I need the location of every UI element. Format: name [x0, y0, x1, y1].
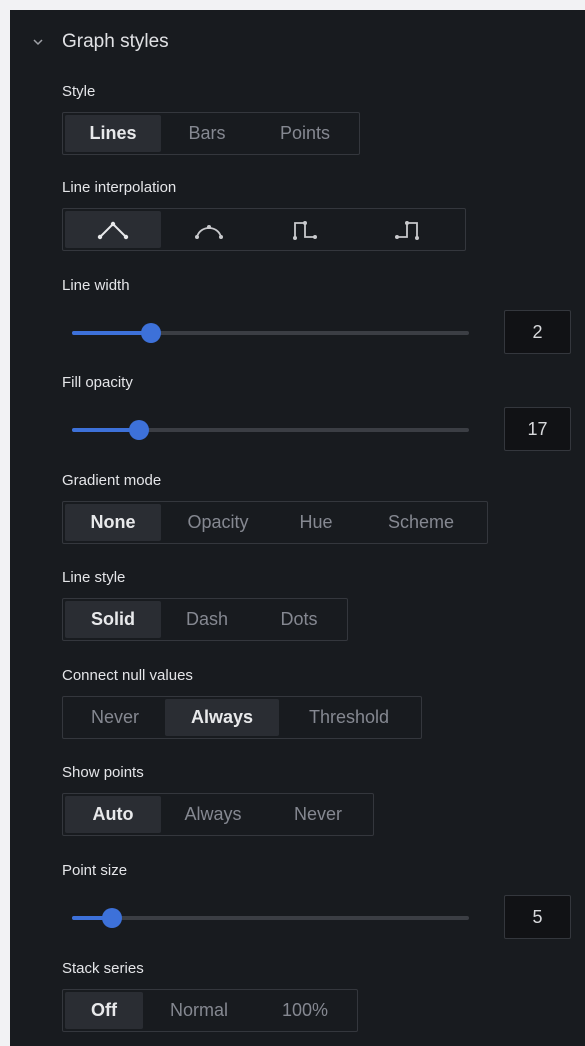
gradient-option-scheme[interactable]: Scheme	[357, 504, 485, 541]
linear-interpolation-icon	[97, 221, 129, 239]
line-style-option-dots[interactable]: Dots	[253, 601, 345, 638]
point-size-slider-row: 5	[62, 881, 582, 941]
style-option-points[interactable]: Points	[253, 115, 357, 152]
gradient-mode-field: Gradient mode None Opacity Hue Scheme	[62, 471, 488, 544]
stack-series-option-normal[interactable]: Normal	[143, 992, 255, 1029]
gradient-option-hue[interactable]: Hue	[275, 504, 357, 541]
gradient-mode-label: Gradient mode	[62, 472, 162, 489]
point-size-label: Point size	[62, 862, 128, 879]
smooth-interpolation-icon	[195, 224, 223, 239]
fill-opacity-input[interactable]: 17	[504, 407, 571, 451]
point-size-slider-thumb[interactable]	[101, 908, 122, 928]
style-field: Style Lines Bars Points	[62, 82, 360, 155]
line-width-field: Line width 2	[62, 276, 582, 356]
line-style-field: Line style Solid Dash Dots	[62, 568, 348, 641]
point-size-slider-track[interactable]	[72, 908, 469, 928]
line-interpolation-radio-group	[62, 208, 466, 251]
show-points-radio-group: Auto Always Never	[62, 793, 374, 836]
show-points-option-never[interactable]: Never	[265, 796, 371, 833]
point-size-input[interactable]: 5	[504, 895, 571, 939]
line-width-slider-fill	[72, 331, 152, 335]
fill-opacity-slider-track[interactable]	[72, 420, 469, 440]
point-size-field: Point size 5	[62, 861, 582, 941]
connect-null-values-field: Connect null values Never Always Thresho…	[62, 666, 422, 739]
line-width-slider-thumb[interactable]	[141, 323, 162, 343]
show-points-option-auto[interactable]: Auto	[65, 796, 161, 833]
step-before-icon	[293, 220, 317, 240]
fill-opacity-slider-row: 17	[62, 393, 582, 453]
line-interpolation-field: Line interpolation	[62, 178, 466, 251]
chevron-down-icon[interactable]	[32, 36, 44, 48]
interpolation-linear-option[interactable]	[65, 211, 161, 248]
connect-null-values-radio-group: Never Always Threshold	[62, 696, 422, 739]
stack-series-option-off[interactable]: Off	[65, 992, 143, 1029]
style-radio-group: Lines Bars Points	[62, 112, 360, 155]
section-header[interactable]: Graph styles	[10, 24, 585, 60]
show-points-label: Show points	[62, 764, 144, 781]
fill-opacity-field: Fill opacity 17	[62, 373, 582, 453]
fill-opacity-slider-thumb[interactable]	[129, 420, 150, 440]
interpolation-step-before-option[interactable]	[257, 211, 353, 248]
show-points-field: Show points Auto Always Never	[62, 763, 374, 836]
style-label: Style	[62, 83, 96, 100]
line-interpolation-label: Line interpolation	[62, 179, 177, 196]
gradient-mode-radio-group: None Opacity Hue Scheme	[62, 501, 488, 544]
stack-series-label: Stack series	[62, 960, 144, 977]
gradient-option-opacity[interactable]: Opacity	[161, 504, 275, 541]
stack-series-radio-group: Off Normal 100%	[62, 989, 358, 1032]
stack-series-field: Stack series Off Normal 100%	[62, 959, 358, 1032]
style-option-bars[interactable]: Bars	[161, 115, 253, 152]
stack-series-option-100[interactable]: 100%	[255, 992, 355, 1029]
line-width-label: Line width	[62, 277, 130, 294]
connect-nulls-option-never[interactable]: Never	[65, 699, 165, 736]
line-width-slider-row: 2	[62, 296, 582, 356]
interpolation-smooth-option[interactable]	[161, 211, 257, 248]
line-style-radio-group: Solid Dash Dots	[62, 598, 348, 641]
fill-opacity-label: Fill opacity	[62, 374, 133, 391]
connect-null-values-label: Connect null values	[62, 667, 193, 684]
step-after-icon	[395, 220, 419, 240]
interpolation-step-after-option[interactable]	[353, 211, 463, 248]
line-style-label: Line style	[62, 569, 126, 586]
connect-nulls-option-threshold[interactable]: Threshold	[279, 699, 419, 736]
line-width-input[interactable]: 2	[504, 310, 571, 354]
show-points-option-always[interactable]: Always	[161, 796, 265, 833]
style-option-lines[interactable]: Lines	[65, 115, 161, 152]
gradient-option-none[interactable]: None	[65, 504, 161, 541]
graph-styles-panel: Graph styles Style Lines Bars Points Lin…	[10, 10, 585, 1046]
section-title: Graph styles	[62, 31, 169, 52]
line-width-slider-track[interactable]	[72, 323, 469, 343]
line-style-option-solid[interactable]: Solid	[65, 601, 161, 638]
line-style-option-dash[interactable]: Dash	[161, 601, 253, 638]
connect-nulls-option-always[interactable]: Always	[165, 699, 279, 736]
